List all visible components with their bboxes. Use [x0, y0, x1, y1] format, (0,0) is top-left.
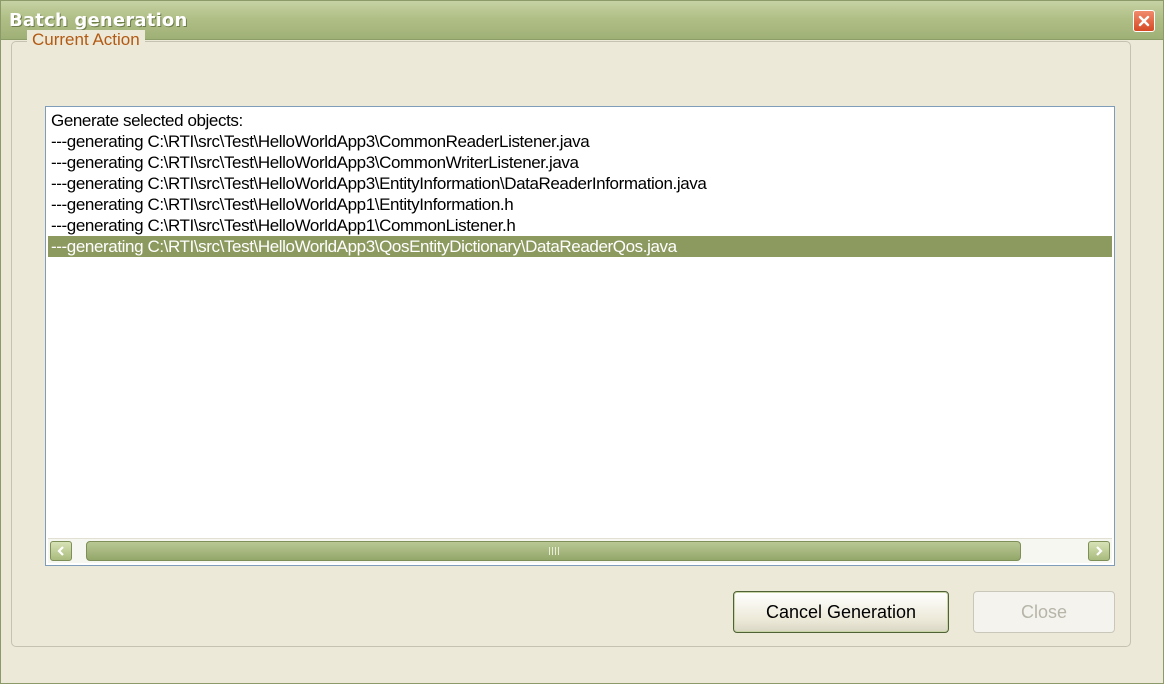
- chevron-left-icon: [57, 546, 64, 556]
- group-legend: Current Action: [27, 30, 145, 50]
- list-item[interactable]: Generate selected objects:: [48, 110, 1112, 131]
- list-item[interactable]: ---generating C:\RTI\src\Test\HelloWorld…: [48, 215, 1112, 236]
- title-bar[interactable]: Batch generation: [1, 1, 1163, 40]
- batch-generation-dialog: Batch generation Current Action Generate…: [0, 0, 1164, 684]
- window-title: Batch generation: [9, 10, 188, 31]
- scroll-right-button[interactable]: [1088, 541, 1110, 561]
- chevron-right-icon: [1096, 546, 1103, 556]
- generation-log-list[interactable]: Generate selected objects: ---generating …: [45, 106, 1115, 566]
- list-item[interactable]: ---generating C:\RTI\src\Test\HelloWorld…: [48, 173, 1112, 194]
- log-lines: Generate selected objects: ---generating …: [48, 110, 1112, 257]
- list-item[interactable]: ---generating C:\RTI\src\Test\HelloWorld…: [48, 152, 1112, 173]
- horizontal-scrollbar[interactable]: [48, 538, 1112, 563]
- close-icon: [1138, 15, 1150, 27]
- list-item-selected[interactable]: ---generating C:\RTI\src\Test\HelloWorld…: [48, 236, 1112, 257]
- scroll-left-button[interactable]: [50, 541, 72, 561]
- cancel-generation-button[interactable]: Cancel Generation: [733, 591, 949, 633]
- list-item[interactable]: ---generating C:\RTI\src\Test\HelloWorld…: [48, 194, 1112, 215]
- grip-icon: [548, 547, 559, 555]
- scroll-thumb[interactable]: [86, 541, 1021, 561]
- close-button[interactable]: Close: [973, 591, 1115, 633]
- close-window-button[interactable]: [1133, 10, 1155, 32]
- list-item[interactable]: ---generating C:\RTI\src\Test\HelloWorld…: [48, 131, 1112, 152]
